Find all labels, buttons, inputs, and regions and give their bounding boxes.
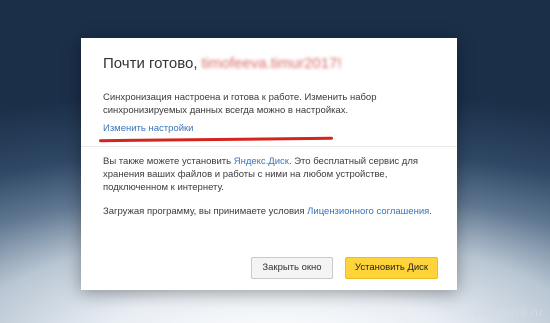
disk-text-before: Вы также можете установить bbox=[103, 156, 234, 167]
sync-description: Синхронизация настроена и готова к работ… bbox=[103, 92, 377, 116]
watermark: brauzerok.ru bbox=[474, 305, 542, 319]
divider bbox=[81, 146, 457, 147]
install-disk-button[interactable]: Установить Диск bbox=[345, 257, 438, 279]
change-settings-link[interactable]: Изменить настройки bbox=[103, 123, 193, 134]
license-agreement-link[interactable]: Лицензионного соглашения bbox=[307, 206, 429, 217]
close-window-button[interactable]: Закрыть окно bbox=[251, 257, 333, 279]
annotation-underline bbox=[98, 136, 334, 143]
license-text-before: Загружая программу, вы принимаете услови… bbox=[103, 206, 308, 217]
sync-ready-dialog: Почти готово, timofeeva.timur2017! Синхро… bbox=[81, 38, 457, 290]
dialog-title-text: Почти готово, bbox=[103, 55, 198, 72]
dialog-title: Почти готово, timofeeva.timur2017! bbox=[103, 55, 342, 72]
license-text: Загружая программу, вы принимаете услови… bbox=[103, 205, 433, 218]
disk-promo-text: Вы также можете установить Яндекс.Диск. … bbox=[103, 155, 433, 194]
yandex-disk-link[interactable]: Яндекс.Диск bbox=[234, 156, 289, 167]
license-text-after: . bbox=[429, 206, 432, 217]
user-name: timofeeva.timur2017! bbox=[201, 55, 342, 72]
